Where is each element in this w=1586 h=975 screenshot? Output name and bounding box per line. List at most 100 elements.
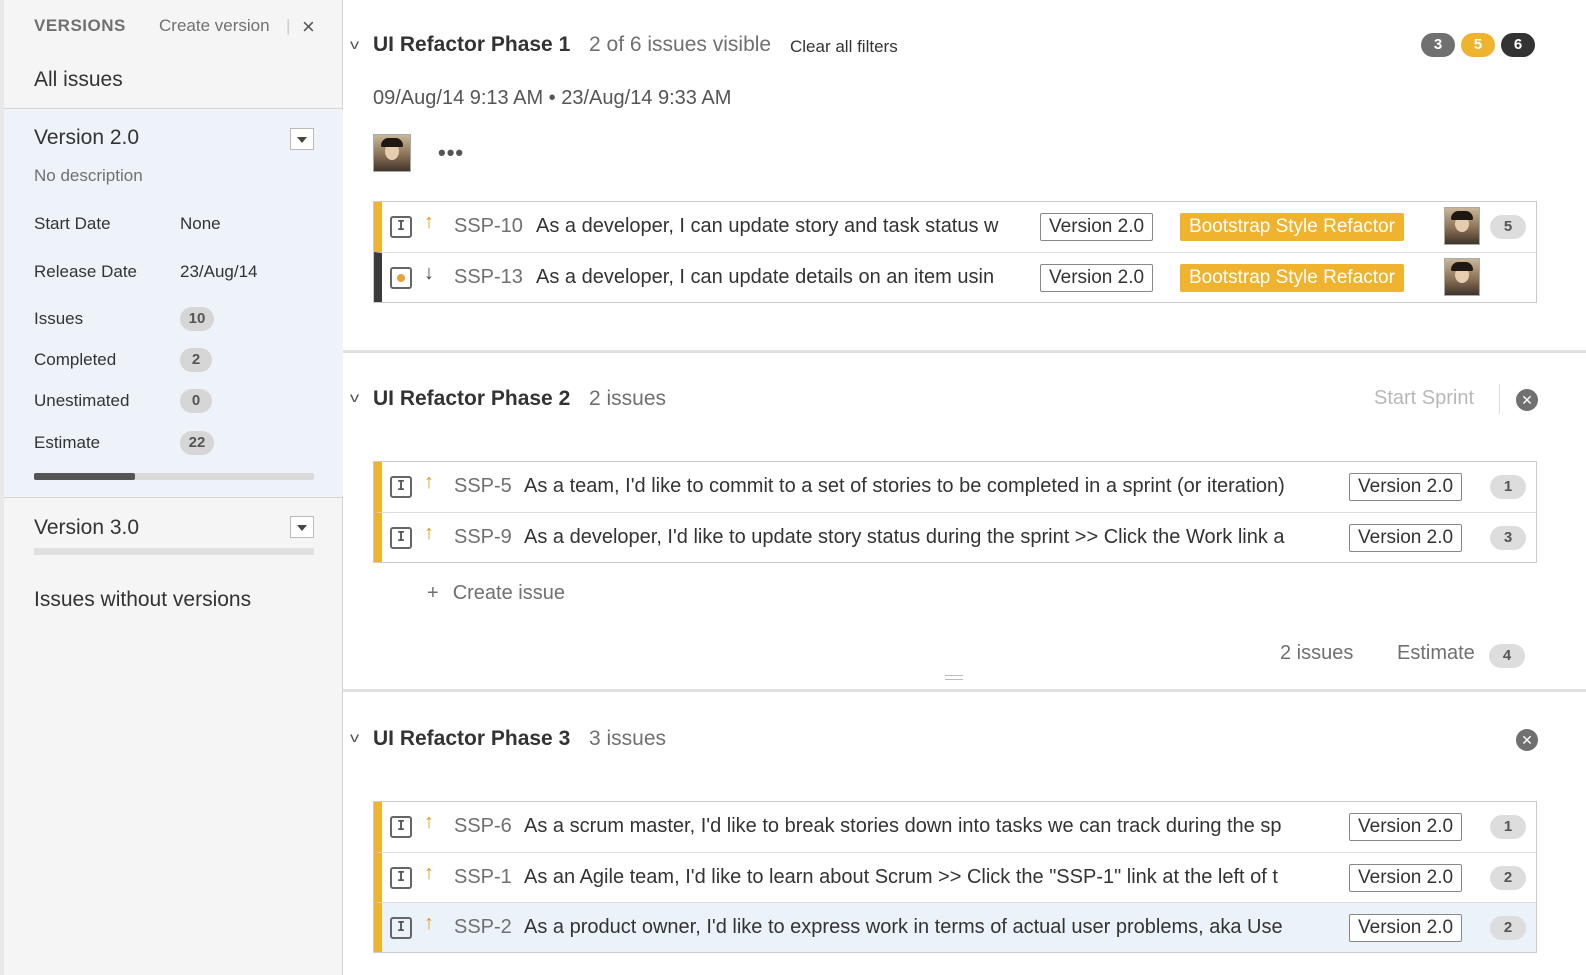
issue-summary: As a developer, I can update story and t… bbox=[536, 215, 999, 237]
start-date-value: None bbox=[180, 214, 221, 233]
sprint-issue-count: 2 of 6 issues visible bbox=[589, 33, 772, 56]
issue-summary: As an Agile team, I'd like to learn abou… bbox=[524, 866, 1278, 888]
sprint-title[interactable]: UI Refactor Phase 1 bbox=[373, 33, 570, 57]
sprint-footer-estimate-label: Estimate bbox=[1397, 642, 1475, 664]
version-3-card[interactable]: Version 3.0 bbox=[4, 497, 343, 557]
epic-badge[interactable]: Bootstrap Style Refactor bbox=[1180, 264, 1404, 292]
estimate-badge: 3 bbox=[1490, 526, 1526, 550]
priority-up-icon: ↑ bbox=[424, 471, 434, 493]
status-count-done: 6 bbox=[1501, 33, 1535, 57]
more-icon[interactable]: ••• bbox=[438, 140, 464, 166]
issue-summary: As a product owner, I'd like to express … bbox=[524, 916, 1283, 938]
issue-key[interactable]: SSP-10 bbox=[454, 215, 523, 238]
issue-row[interactable]: I ↑ SSP-1 As an Agile team, I'd like to … bbox=[374, 852, 1536, 902]
priority-down-icon: ↓ bbox=[424, 262, 434, 284]
avatar bbox=[1444, 207, 1480, 245]
completed-row: Completed 2 bbox=[34, 348, 324, 372]
issue-row[interactable]: ↓ SSP-13 As a developer, I can update de… bbox=[374, 252, 1536, 302]
sprint-ui-refactor-phase-3: v UI Refactor Phase 3 3 issues ✕ I ↑ SSP… bbox=[343, 692, 1586, 975]
estimate-badge: 5 bbox=[1490, 215, 1526, 239]
release-date-label: Release Date bbox=[34, 262, 138, 281]
version-progress-bar bbox=[34, 473, 314, 480]
issues-without-versions-link[interactable]: Issues without versions bbox=[34, 588, 251, 612]
unestimated-label: Unestimated bbox=[34, 391, 130, 410]
create-issue-label: Create issue bbox=[452, 582, 565, 604]
start-sprint-button[interactable]: Start Sprint bbox=[1374, 387, 1474, 410]
issue-key[interactable]: SSP-5 bbox=[454, 475, 512, 498]
estimate-badge: 22 bbox=[180, 431, 214, 455]
issue-list: I ↑ SSP-5 As a team, I'd like to commit … bbox=[373, 461, 1537, 563]
sprint-title[interactable]: UI Refactor Phase 2 bbox=[373, 387, 570, 411]
clear-filters-link[interactable]: Clear all filters bbox=[790, 37, 898, 57]
issue-row[interactable]: I ↑ SSP-10 As a developer, I can update … bbox=[374, 202, 1536, 252]
chevron-down-icon[interactable]: v bbox=[350, 389, 359, 405]
issue-key[interactable]: SSP-9 bbox=[454, 526, 512, 549]
status-count-inprogress: 5 bbox=[1461, 33, 1495, 57]
sprint-title[interactable]: UI Refactor Phase 3 bbox=[373, 727, 570, 751]
issue-list: I ↑ SSP-10 As a developer, I can update … bbox=[373, 201, 1537, 303]
close-icon[interactable]: ✕ bbox=[1516, 729, 1538, 751]
backlog-page: VERSIONS Create version | × All issues V… bbox=[0, 0, 1586, 975]
all-issues-link[interactable]: All issues bbox=[34, 68, 123, 92]
estimate-row: Estimate 22 bbox=[34, 431, 324, 455]
chevron-down-icon[interactable] bbox=[290, 516, 314, 538]
issue-key[interactable]: SSP-6 bbox=[454, 815, 512, 838]
avatar[interactable] bbox=[373, 134, 411, 172]
backlog-main: v UI Refactor Phase 1 2 of 6 issues visi… bbox=[343, 0, 1586, 975]
sprint-ui-refactor-phase-2: v UI Refactor Phase 2 2 issues Start Spr… bbox=[343, 353, 1586, 689]
chevron-down-icon[interactable] bbox=[290, 128, 314, 150]
priority-up-icon: ↑ bbox=[424, 211, 434, 233]
priority-up-icon: ↑ bbox=[424, 522, 434, 544]
chevron-down-icon[interactable]: v bbox=[350, 729, 359, 745]
issue-key[interactable]: SSP-1 bbox=[454, 866, 512, 889]
issue-row[interactable]: I ↑ SSP-9 As a developer, I'd like to up… bbox=[374, 512, 1536, 562]
story-icon: I bbox=[390, 816, 412, 838]
issue-list: I ↑ SSP-6 As a scrum master, I'd like to… bbox=[373, 801, 1537, 953]
divider bbox=[4, 108, 343, 109]
issue-key[interactable]: SSP-2 bbox=[454, 916, 512, 939]
chevron-down-icon[interactable]: v bbox=[350, 36, 359, 52]
epic-badge[interactable]: Bootstrap Style Refactor bbox=[1180, 213, 1404, 241]
issues-row: Issues 10 bbox=[34, 307, 324, 331]
story-icon: I bbox=[390, 216, 412, 238]
versions-panel: VERSIONS Create version | × All issues V… bbox=[0, 0, 343, 975]
start-date-label: Start Date bbox=[34, 214, 111, 233]
estimate-badge: 1 bbox=[1490, 815, 1526, 839]
version-badge: Version 2.0 bbox=[1349, 864, 1463, 892]
version-badge: Version 2.0 bbox=[1040, 213, 1154, 241]
bug-icon bbox=[390, 267, 412, 289]
issue-summary: As a team, I'd like to commit to a set o… bbox=[524, 475, 1285, 497]
issue-key[interactable]: SSP-13 bbox=[454, 266, 523, 289]
version-badge: Version 2.0 bbox=[1349, 914, 1463, 942]
version-progress-fill bbox=[34, 473, 135, 480]
version-badge: Version 2.0 bbox=[1349, 524, 1463, 552]
story-icon: I bbox=[390, 867, 412, 889]
issue-summary: As a scrum master, I'd like to break sto… bbox=[524, 815, 1282, 837]
issue-summary: As a developer, I'd like to update story… bbox=[524, 526, 1285, 548]
version-name[interactable]: Version 2.0 bbox=[34, 126, 139, 150]
issues-label: Issues bbox=[34, 309, 84, 328]
story-icon: I bbox=[390, 917, 412, 939]
issue-summary: As a developer, I can update details on … bbox=[536, 266, 995, 288]
versions-header: VERSIONS Create version | × bbox=[34, 14, 334, 40]
release-date-row: Release Date 23/Aug/14 bbox=[34, 260, 324, 284]
close-icon[interactable]: × bbox=[302, 14, 315, 40]
version-badge: Version 2.0 bbox=[1349, 813, 1463, 841]
completed-count-badge: 2 bbox=[180, 348, 212, 372]
story-icon: I bbox=[390, 527, 412, 549]
version-2-card[interactable]: Version 2.0 No description Start Date No… bbox=[4, 110, 343, 496]
create-version-link[interactable]: Create version bbox=[159, 16, 270, 36]
unestimated-row: Unestimated 0 bbox=[34, 389, 324, 413]
versions-title: VERSIONS bbox=[34, 16, 126, 35]
issues-count-badge: 10 bbox=[180, 307, 214, 331]
create-issue-button[interactable]: + Create issue bbox=[427, 582, 565, 605]
estimate-badge: 2 bbox=[1490, 866, 1526, 890]
close-icon[interactable]: ✕ bbox=[1516, 389, 1538, 411]
issue-row[interactable]: I ↑ SSP-6 As a scrum master, I'd like to… bbox=[374, 802, 1536, 852]
version-name[interactable]: Version 3.0 bbox=[34, 516, 139, 540]
issue-row[interactable]: I ↑ SSP-5 As a team, I'd like to commit … bbox=[374, 462, 1536, 512]
issue-row-selected[interactable]: I ↑ SSP-2 As a product owner, I'd like t… bbox=[374, 902, 1536, 952]
resize-handle[interactable] bbox=[945, 675, 963, 680]
status-count-todo: 3 bbox=[1421, 33, 1455, 57]
version-description: No description bbox=[34, 166, 143, 185]
